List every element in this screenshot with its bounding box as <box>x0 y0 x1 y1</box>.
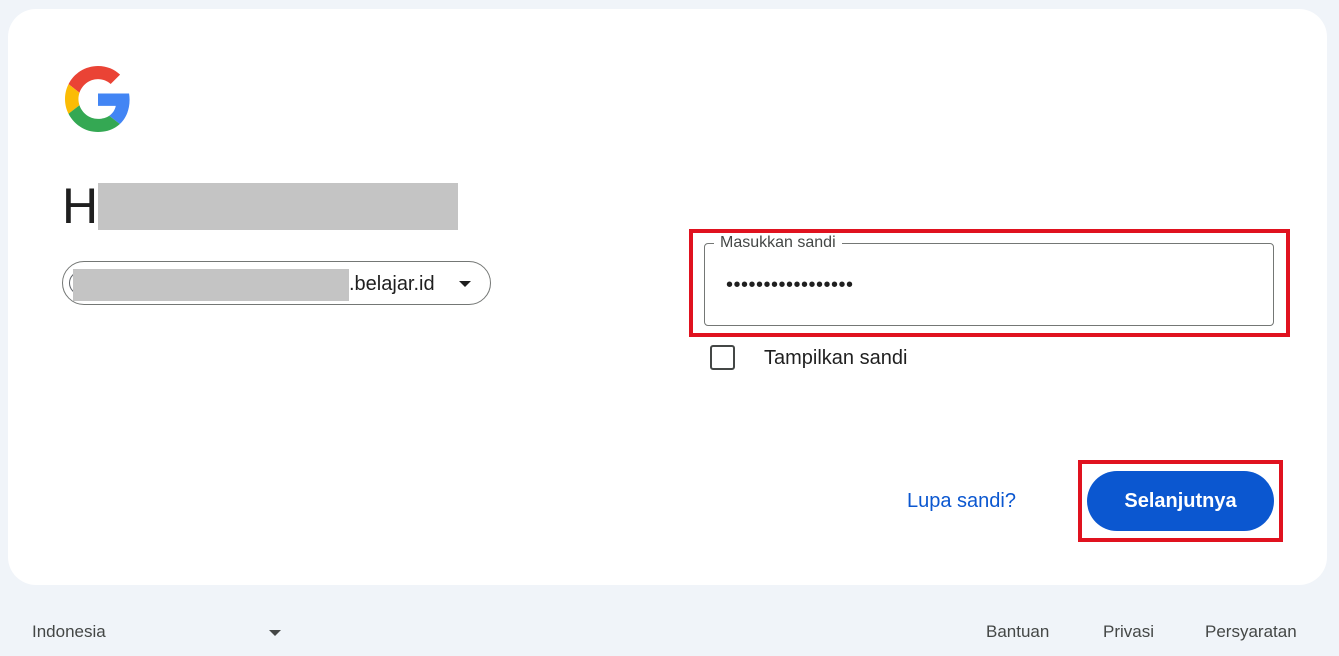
show-password-checkbox[interactable] <box>710 345 735 370</box>
google-g-logo-icon <box>65 66 130 132</box>
next-button[interactable]: Selanjutnya <box>1087 471 1274 531</box>
footer-link-privacy[interactable]: Privasi <box>1103 621 1154 643</box>
language-selector[interactable]: Indonesia <box>32 621 106 643</box>
redacted-email-block <box>73 269 349 301</box>
footer-link-terms[interactable]: Persyaratan <box>1205 621 1297 643</box>
footer-link-help[interactable]: Bantuan <box>986 621 1049 643</box>
email-domain-text: .belajar.id <box>349 273 435 295</box>
redacted-name-block <box>98 183 458 230</box>
greeting-heading: H <box>62 178 99 234</box>
account-switcher-chip[interactable]: .belajar.id <box>62 261 491 305</box>
language-chevron-down-icon[interactable] <box>269 630 281 636</box>
forgot-password-link[interactable]: Lupa sandi? <box>907 488 1016 514</box>
password-masked-value[interactable]: ••••••••••••••••• <box>726 270 854 300</box>
chevron-down-icon <box>459 281 471 287</box>
show-password-label[interactable]: Tampilkan sandi <box>764 345 907 371</box>
password-field-label: Masukkan sandi <box>714 233 842 253</box>
